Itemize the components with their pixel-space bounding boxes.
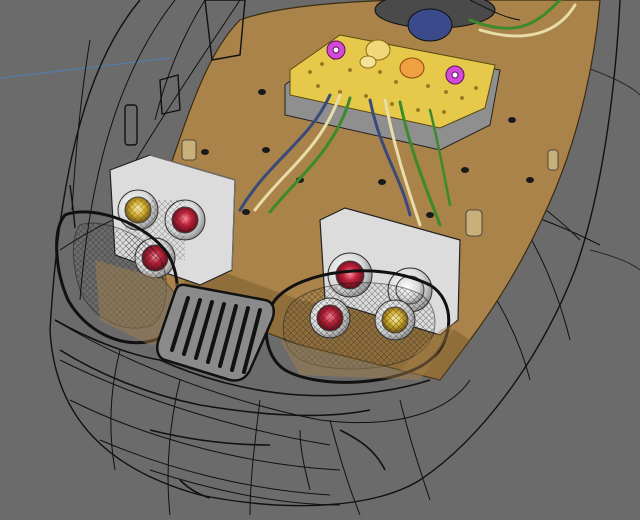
3d-viewport[interactable]	[0, 0, 640, 520]
locomotive-model-render	[0, 0, 640, 520]
